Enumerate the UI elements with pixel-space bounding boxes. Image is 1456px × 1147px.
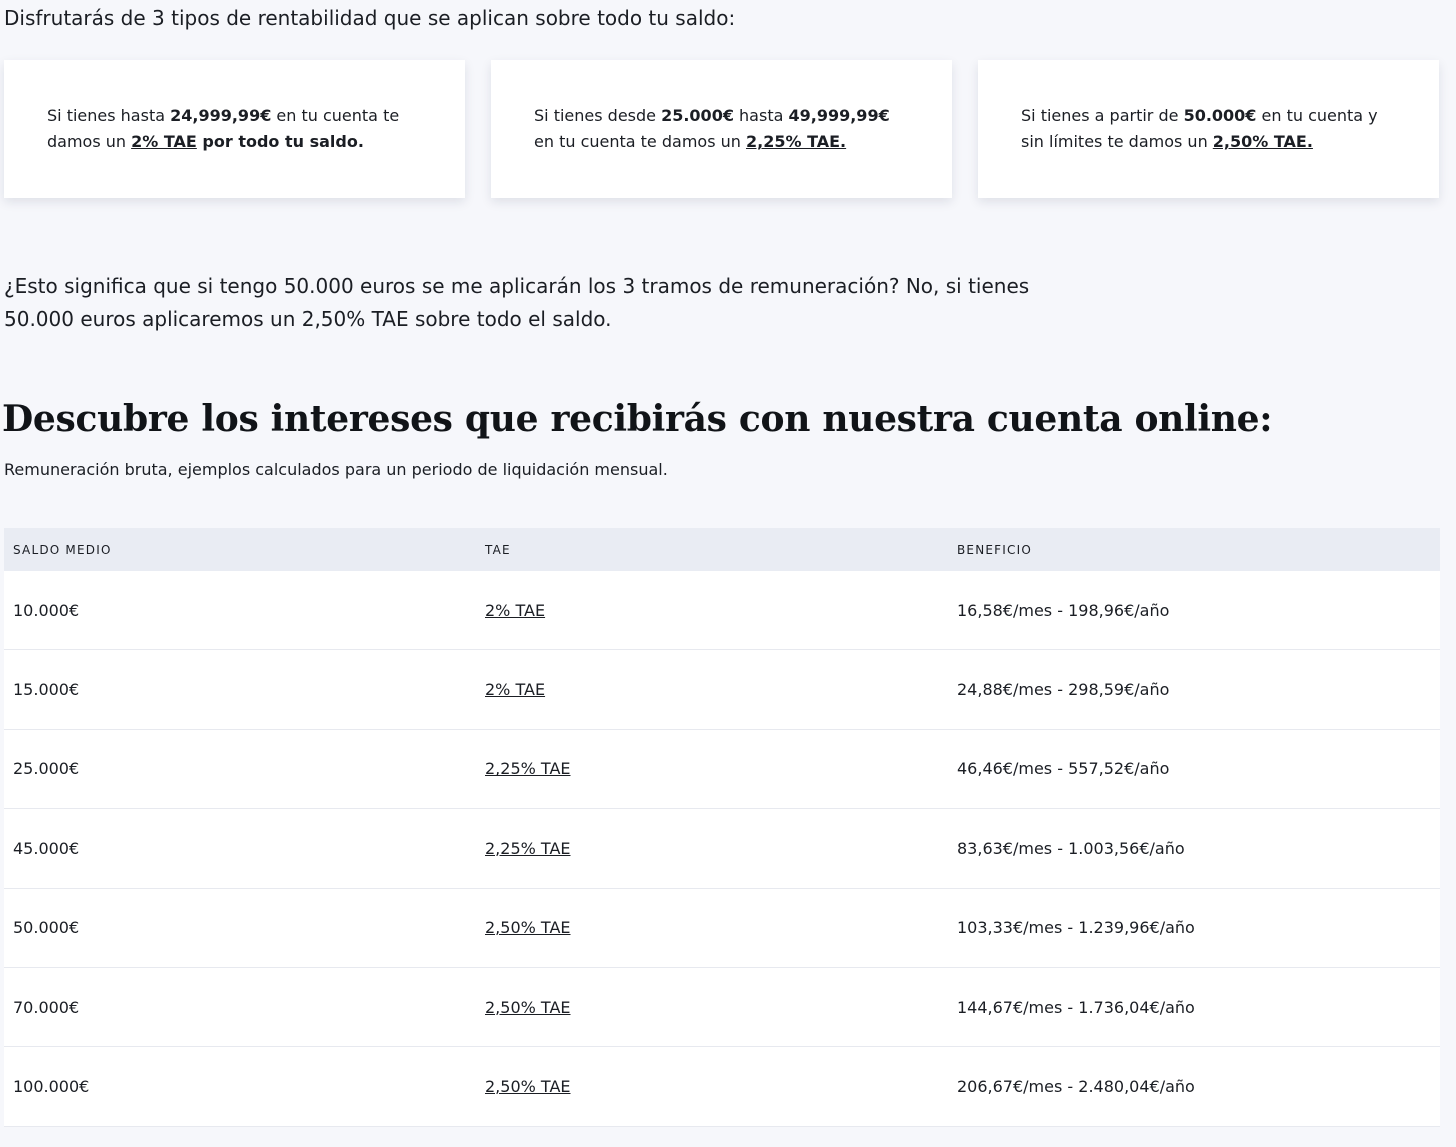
section-heading: Descubre los intereses que recibirás con… (2, 395, 1273, 443)
column-header-tae: TAE (485, 542, 511, 557)
table-row: 45.000€ 2,25% TAE 83,63€/mes - 1.003,56€… (4, 809, 1440, 889)
heading-emphasis: intereses que recibirás (270, 398, 727, 440)
cell-saldo: 50.000€ (13, 918, 80, 938)
table-row: 15.000€ 2% TAE 24,88€/mes - 298,59€/año (4, 650, 1440, 730)
cell-beneficio: 103,33€/mes - 1.239,96€/año (957, 918, 1195, 938)
card-text: hasta (733, 106, 789, 125)
rate-cards: Si tienes hasta 24,999,99€ en tu cuenta … (4, 60, 1440, 198)
cell-saldo: 10.000€ (13, 600, 80, 620)
column-header-saldo: SALDO MEDIO (13, 542, 112, 557)
table-row: 25.000€ 2,25% TAE 46,46€/mes - 557,52€/a… (4, 729, 1440, 810)
card-emphasis: por todo tu saldo. (196, 132, 364, 151)
cell-beneficio: 83,63€/mes - 1.003,56€/año (957, 838, 1185, 858)
card-text: Si tienes a partir de (1021, 106, 1184, 125)
interest-table: SALDO MEDIO TAE BENEFICIO 10.000€ 2% TAE… (4, 528, 1440, 1127)
cell-saldo: 45.000€ (13, 838, 80, 858)
section-subtitle: Remuneración bruta, ejemplos calculados … (4, 460, 668, 479)
cell-saldo: 15.000€ (13, 680, 80, 700)
cell-tae-link[interactable]: 2,25% TAE (476, 839, 948, 858)
card-text: en tu cuenta te damos un (534, 132, 746, 151)
cell-tae-link[interactable]: 2% TAE (476, 601, 948, 620)
rate-card-tier-3: Si tienes a partir de 50.000€ en tu cuen… (978, 60, 1439, 198)
cell-beneficio: 206,67€/mes - 2.480,04€/año (957, 1077, 1195, 1097)
card-amount: 50.000€ (1183, 106, 1257, 125)
cell-tae-link[interactable]: 2,50% TAE (476, 918, 948, 937)
cell-tae-link[interactable]: 2% TAE (476, 680, 948, 699)
cell-tae-link[interactable]: 2,50% TAE (476, 1077, 948, 1096)
rate-link-2-tae[interactable]: 2% TAE (131, 132, 197, 151)
card-amount: 24,999,99€ (170, 106, 272, 125)
table-row: 100.000€ 2,50% TAE 206,67€/mes - 2.480,0… (4, 1047, 1440, 1127)
page: Disfrutarás de 3 tipos de rentabilidad q… (0, 0, 1456, 1147)
rate-link-2-50-tae[interactable]: 2,50% TAE. (1213, 132, 1313, 151)
cell-beneficio: 16,58€/mes - 198,96€/año (957, 600, 1170, 620)
card-text: Si tienes hasta (47, 106, 171, 125)
rate-card-tier-2: Si tienes desde 25.000€ hasta 49,999,99€… (491, 60, 952, 198)
card-amount: 25.000€ (661, 106, 734, 125)
cell-tae-link[interactable]: 2,50% TAE (476, 998, 948, 1017)
heading-part: Descubre los (2, 398, 271, 440)
rate-link-2-25-tae[interactable]: 2,25% TAE. (746, 132, 846, 151)
cell-saldo: 100.000€ (13, 1077, 90, 1097)
card-amount: 49,999,99€ (788, 106, 890, 125)
rate-card-tier-1: Si tienes hasta 24,999,99€ en tu cuenta … (4, 60, 465, 198)
cell-tae-link[interactable]: 2,25% TAE (476, 759, 948, 778)
table-row: 10.000€ 2% TAE 16,58€/mes - 198,96€/año (4, 571, 1440, 651)
cell-beneficio: 46,46€/mes - 557,52€/año (957, 759, 1170, 779)
cell-beneficio: 144,67€/mes - 1.736,04€/año (957, 997, 1195, 1017)
cell-saldo: 70.000€ (13, 997, 80, 1017)
heading-part: con nuestra (726, 398, 987, 440)
column-header-beneficio: BENEFICIO (957, 542, 1032, 557)
cell-beneficio: 24,88€/mes - 298,59€/año (957, 680, 1170, 700)
card-text: Si tienes desde (534, 106, 662, 125)
heading-emphasis: cuenta online: (986, 398, 1273, 440)
table-header: SALDO MEDIO TAE BENEFICIO (4, 528, 1440, 571)
table-row: 70.000€ 2,50% TAE 144,67€/mes - 1.736,04… (4, 967, 1440, 1048)
cell-saldo: 25.000€ (13, 759, 80, 779)
table-row: 50.000€ 2,50% TAE 103,33€/mes - 1.239,96… (4, 888, 1440, 968)
faq-text: ¿Esto significa que si tengo 50.000 euro… (4, 274, 1030, 331)
intro-text: Disfrutarás de 3 tipos de rentabilidad q… (4, 6, 736, 30)
